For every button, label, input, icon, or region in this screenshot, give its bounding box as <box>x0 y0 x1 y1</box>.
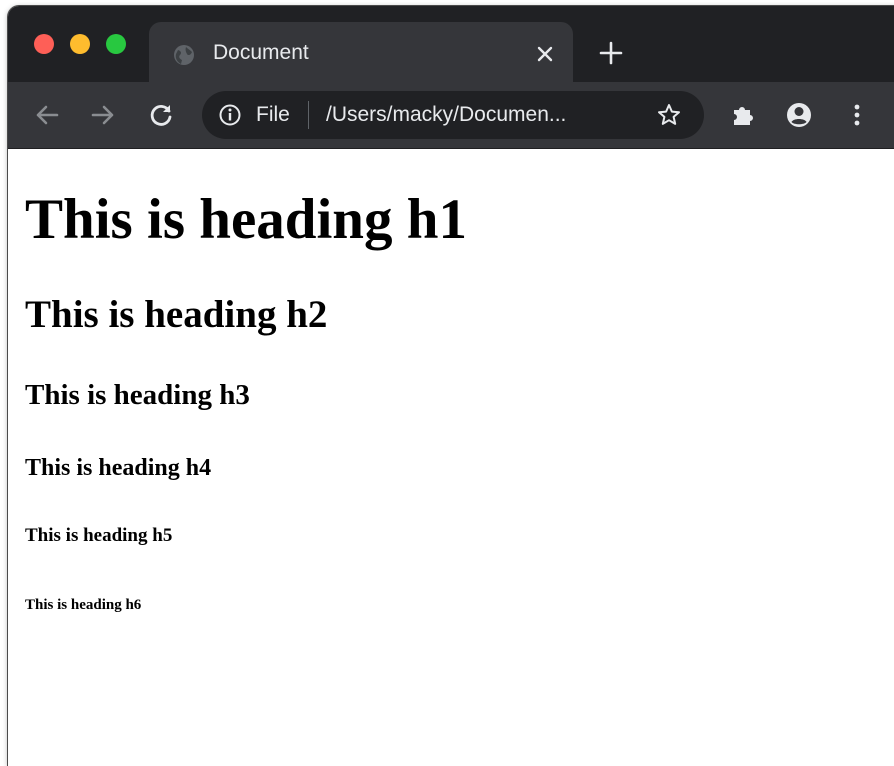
tab-strip: Document <box>8 6 894 82</box>
plus-icon[interactable] <box>598 40 624 66</box>
account-icon[interactable] <box>784 100 814 130</box>
window-minimize-button[interactable] <box>70 34 90 54</box>
globe-icon <box>173 44 195 66</box>
browser-toolbar: File /Users/macky/Documen... <box>8 82 894 149</box>
heading-h3: This is heading h3 <box>25 379 250 411</box>
tab-title: Document <box>213 41 309 64</box>
omnibox-divider <box>308 101 309 129</box>
url-text[interactable]: /Users/macky/Documen... <box>326 103 626 127</box>
arrow-right-icon[interactable] <box>88 100 118 130</box>
kebab-menu-icon[interactable] <box>842 100 872 130</box>
heading-h4: This is heading h4 <box>25 455 212 481</box>
reload-icon[interactable] <box>146 100 176 130</box>
star-icon[interactable] <box>656 102 682 128</box>
info-icon[interactable] <box>218 103 242 127</box>
arrow-left-icon[interactable] <box>32 100 62 130</box>
heading-h2: This is heading h2 <box>25 293 328 336</box>
browser-window: Document File /Users/macky/Documen... Th… <box>8 6 894 766</box>
window-zoom-button[interactable] <box>106 34 126 54</box>
page-content: This is heading h1 This is heading h2 Th… <box>8 149 894 766</box>
puzzle-icon[interactable] <box>728 100 758 130</box>
close-icon[interactable] <box>534 43 556 65</box>
heading-h1: This is heading h1 <box>25 188 467 251</box>
url-scheme-label: File <box>256 103 290 126</box>
heading-h6: This is heading h6 <box>25 597 142 613</box>
heading-h5: This is heading h5 <box>25 525 173 546</box>
window-close-button[interactable] <box>34 34 54 54</box>
tab-document[interactable]: Document <box>149 22 573 82</box>
address-bar[interactable]: File /Users/macky/Documen... <box>202 91 704 139</box>
